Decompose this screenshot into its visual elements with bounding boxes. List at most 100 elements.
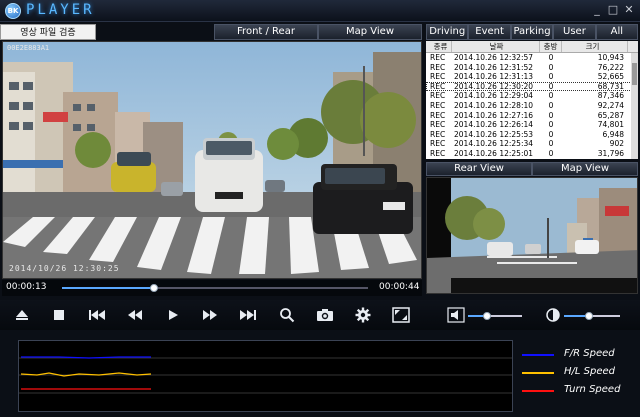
record-date: 2014.10.26 12:31:13 — [454, 72, 534, 82]
hl-speed-line — [20, 372, 152, 377]
tab-parking[interactable]: Parking — [510, 24, 554, 40]
camera-icon[interactable] — [316, 306, 334, 324]
column-size[interactable]: 크기 — [562, 41, 628, 52]
playback-controls — [0, 300, 640, 330]
record-size: 31,796 — [597, 148, 624, 158]
record-type: REC — [430, 139, 446, 149]
record-filter-tabs: Driving Event Parking User All — [426, 24, 639, 40]
file-verify-button[interactable]: 영상 파일 검증 — [0, 24, 96, 40]
seek-thumb[interactable] — [150, 284, 158, 292]
record-row[interactable]: REC 2014.10.26 12:28:10 0 92,274 — [426, 101, 638, 111]
record-impact: 0 — [548, 53, 554, 62]
tab-event[interactable]: Event — [468, 24, 511, 40]
fast-forward-icon[interactable] — [201, 306, 219, 324]
record-row[interactable]: REC 2014.10.26 12:25:53 0 6,948 — [426, 130, 638, 140]
brightness-slider[interactable] — [564, 312, 620, 320]
record-type: REC — [430, 120, 446, 130]
record-row[interactable]: REC 2014.10.26 12:27:16 0 65,287 — [426, 111, 638, 121]
record-date: 2014.10.26 12:31:52 — [454, 62, 534, 72]
close-button[interactable]: ✕ — [622, 3, 636, 17]
scrollbar-thumb[interactable] — [632, 63, 637, 85]
minimize-button[interactable]: _ — [590, 3, 604, 17]
front-rear-button[interactable]: Front / Rear — [214, 24, 318, 40]
record-list-header: 종류 날짜 충방 크기 — [426, 41, 638, 53]
record-row[interactable]: REC 2014.10.26 12:31:13 0 52,665 — [426, 72, 638, 82]
record-impact: 0 — [548, 120, 554, 130]
record-row[interactable]: REC 2014.10.26 12:29:04 0 87,346 — [426, 91, 638, 101]
record-impact: 0 — [548, 91, 554, 101]
legend-swatch — [522, 354, 554, 356]
total-time: 00:00:44 — [379, 282, 420, 292]
rear-view-button[interactable]: Rear View — [426, 162, 532, 176]
record-date: 2014.10.26 12:26:14 — [454, 120, 534, 130]
skip-forward-icon[interactable] — [239, 306, 257, 324]
legend-label: H/L Speed — [564, 366, 615, 377]
volume-slider[interactable] — [468, 312, 522, 320]
record-row[interactable]: REC 2014.10.26 12:25:34 0 902 — [426, 139, 638, 149]
stop-icon[interactable] — [50, 306, 68, 324]
column-date[interactable]: 날짜 — [452, 41, 540, 52]
rear-camera-scene — [427, 178, 637, 293]
eject-icon[interactable] — [13, 306, 31, 324]
record-impact: 0 — [548, 100, 554, 110]
brightness-thumb[interactable] — [585, 312, 593, 320]
volume-icon[interactable] — [447, 306, 465, 324]
legend-hl-speed: H/L Speed — [522, 366, 632, 380]
rear-map-view-button[interactable]: Map View — [532, 162, 638, 176]
record-list[interactable]: 종류 날짜 충방 크기 REC 2014.10.26 12:32:57 0 10,94… — [426, 41, 638, 159]
skip-back-icon[interactable] — [88, 306, 106, 324]
record-type: REC — [430, 100, 446, 110]
front-video-view[interactable]: 00E2E883A1 2014/10/26 12:30:25 — [2, 41, 422, 279]
seek-bar-area: 00:00:13 00:00:44 — [2, 280, 422, 296]
tab-driving[interactable]: Driving — [426, 24, 469, 40]
legend-label: F/R Speed — [564, 348, 615, 359]
record-row[interactable]: REC 2014.10.26 12:30:20 0 68,731 — [426, 81, 638, 92]
rewind-icon[interactable] — [126, 306, 144, 324]
record-date: 2014.10.26 12:27:16 — [454, 110, 534, 120]
legend-swatch — [522, 372, 554, 374]
record-row[interactable]: REC 2014.10.26 12:31:52 0 76,222 — [426, 63, 638, 73]
record-type: REC — [430, 148, 446, 158]
record-size: 52,665 — [597, 72, 624, 82]
record-type: REC — [430, 81, 446, 91]
record-impact: 0 — [548, 139, 554, 149]
app-logo-icon: BK — [5, 3, 21, 19]
record-size: 68,731 — [597, 81, 624, 91]
record-row[interactable]: REC 2014.10.26 12:25:01 0 31,796 — [426, 149, 638, 159]
maximize-button[interactable]: □ — [606, 3, 620, 17]
sensor-graph — [18, 340, 513, 412]
record-size: 6,948 — [602, 129, 624, 139]
play-icon[interactable] — [164, 306, 182, 324]
record-size: 92,274 — [597, 100, 624, 110]
column-type[interactable]: 종류 — [426, 41, 452, 52]
tab-user[interactable]: User — [553, 24, 596, 40]
record-date: 2014.10.26 12:25:34 — [454, 139, 534, 149]
seek-slider[interactable] — [62, 284, 368, 292]
record-impact: 0 — [548, 72, 554, 82]
seek-progress — [62, 287, 154, 289]
record-row[interactable]: REC 2014.10.26 12:32:57 0 10,943 — [426, 53, 638, 63]
record-date: 2014.10.26 12:29:04 — [454, 91, 534, 101]
sensor-graph-plot — [19, 356, 512, 394]
legend-label: Turn Speed — [564, 384, 621, 395]
settings-icon[interactable] — [354, 306, 372, 324]
fullscreen-icon[interactable] — [392, 306, 410, 324]
tab-all[interactable]: All — [595, 24, 639, 40]
record-size: 65,287 — [597, 110, 624, 120]
column-impact[interactable]: 충방 — [540, 41, 562, 52]
record-size: 902 — [609, 139, 624, 149]
record-date: 2014.10.26 12:32:57 — [454, 53, 534, 62]
brightness-icon[interactable] — [544, 306, 562, 324]
front-camera-scene — [3, 42, 421, 278]
front-map-view-button[interactable]: Map View — [318, 24, 422, 40]
record-list-scrollbar[interactable] — [631, 53, 638, 159]
record-impact: 0 — [548, 62, 554, 72]
zoom-icon[interactable] — [278, 306, 296, 324]
record-size: 76,222 — [597, 62, 624, 72]
osd-timestamp: 2014/10/26 12:30:25 — [9, 264, 120, 273]
volume-thumb[interactable] — [483, 312, 491, 320]
legend-turn-speed: Turn Speed — [522, 384, 632, 398]
record-impact: 0 — [548, 129, 554, 139]
record-row[interactable]: REC 2014.10.26 12:26:14 0 74,801 — [426, 120, 638, 130]
rear-video-view[interactable] — [426, 177, 638, 294]
